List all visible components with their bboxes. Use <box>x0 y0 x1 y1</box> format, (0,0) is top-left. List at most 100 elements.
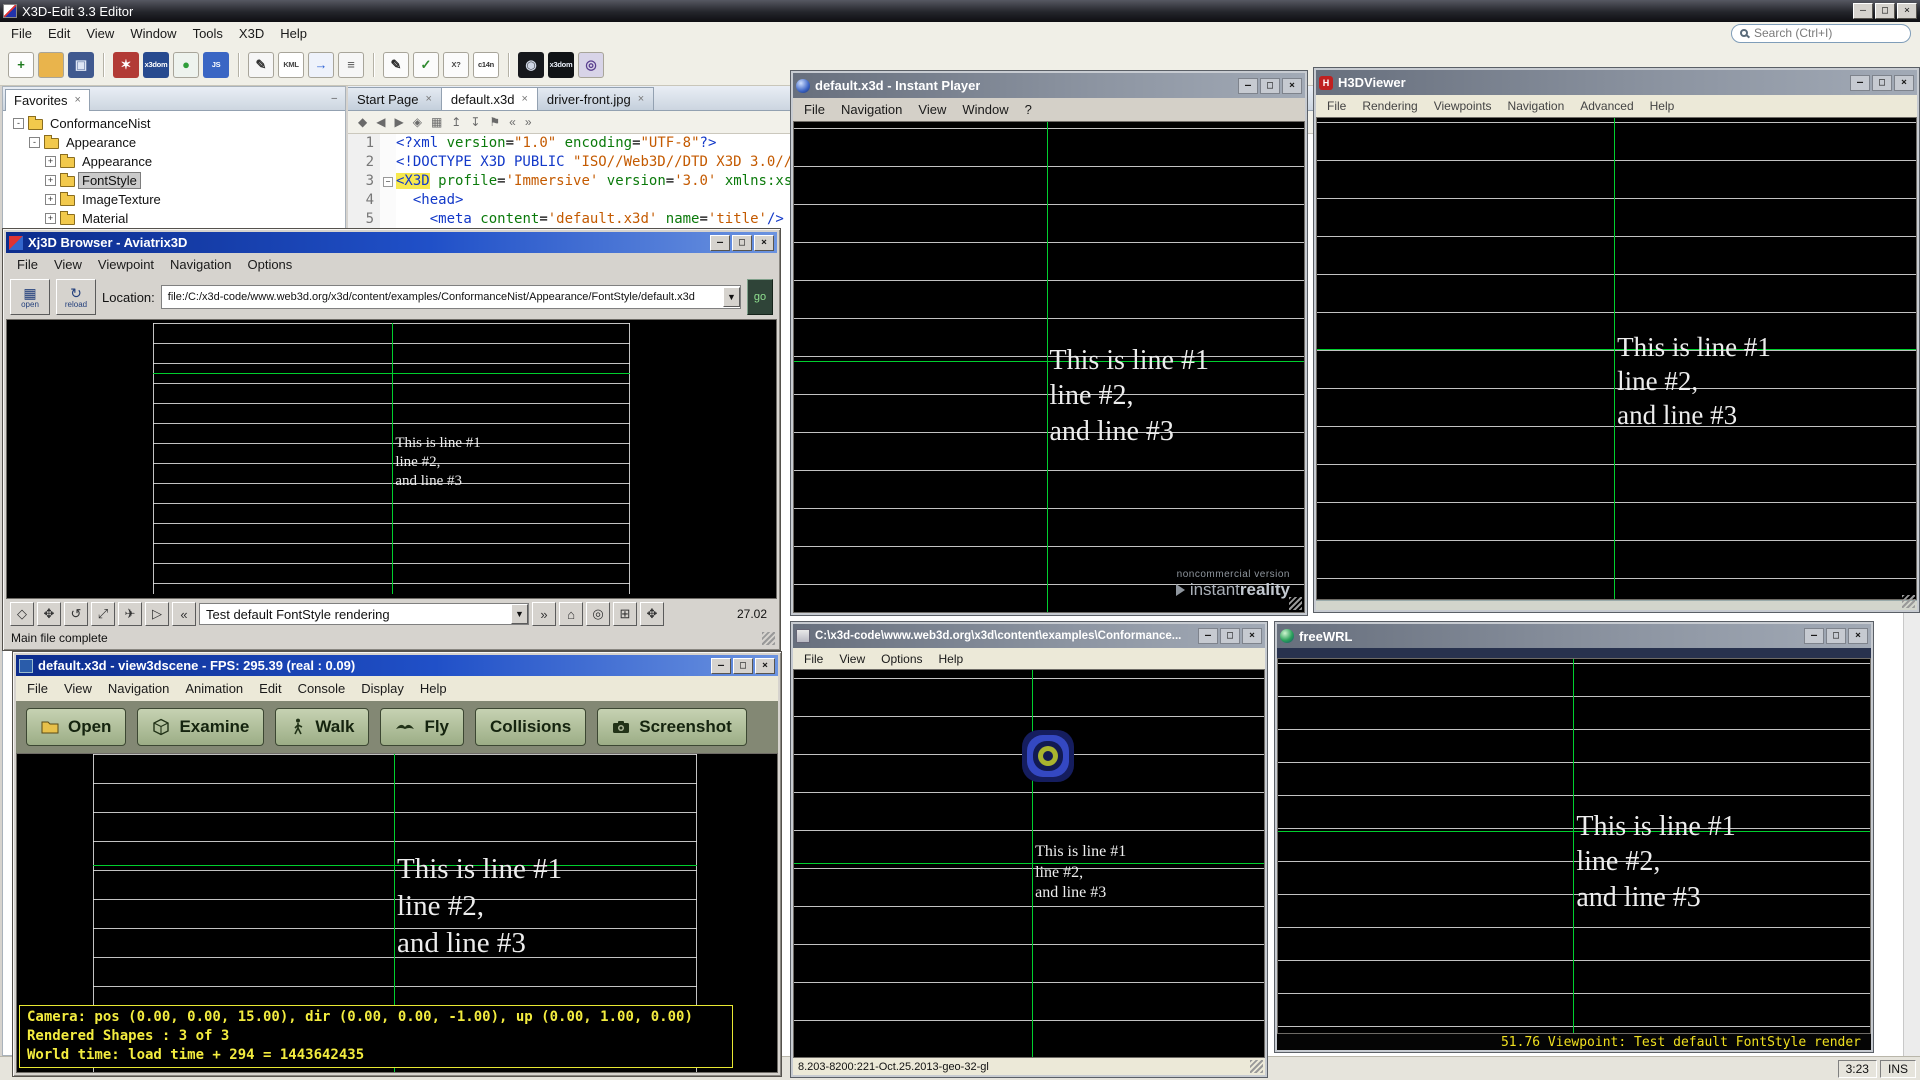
freewrl-3d-viewport[interactable]: This is line #1 line #2, and line #3 <box>1277 658 1871 1034</box>
minimize-button[interactable]: – <box>711 658 731 674</box>
xml-wellformed-icon[interactable]: X? <box>443 52 469 78</box>
tab-close-icon[interactable]: × <box>521 94 527 105</box>
forward-icon[interactable]: ▶ <box>394 116 403 128</box>
h3dviewer-titlebar[interactable]: H H3DViewer – □ × <box>1316 70 1917 95</box>
minimize-button[interactable]: – <box>1850 75 1870 91</box>
menu-item-file[interactable]: File <box>19 678 56 699</box>
maximize-button[interactable]: □ <box>1872 75 1892 91</box>
go-button[interactable]: go <box>747 279 773 315</box>
menu-item-file[interactable]: File <box>796 99 833 120</box>
close-button[interactable]: × <box>1897 3 1917 19</box>
examine-button[interactable]: Examine <box>137 708 264 746</box>
xj3d-3d-viewport[interactable]: This is line #1 line #2, and line #3 <box>6 319 777 599</box>
menu-item-viewpoint[interactable]: Viewpoint <box>90 254 162 275</box>
shift-left-icon[interactable]: « <box>509 116 516 128</box>
x3dedit-titlebar[interactable]: X3D-Edit 3.3 Editor – □ × <box>0 0 1920 22</box>
menu-item-navigation[interactable]: Navigation <box>833 99 910 120</box>
menu-item-file[interactable]: File <box>3 23 40 44</box>
pan-tilt-button[interactable]: ✥ <box>640 602 664 626</box>
expander-icon[interactable]: - <box>29 137 40 148</box>
expander-icon[interactable]: + <box>45 213 56 224</box>
restore-button[interactable]: □ <box>1875 3 1895 19</box>
tree-item-appearance[interactable]: -Appearance <box>3 133 345 152</box>
maximize-button[interactable]: □ <box>1220 628 1240 644</box>
shift-right-icon[interactable]: » <box>525 116 532 128</box>
menu-item-edit[interactable]: Edit <box>40 23 78 44</box>
launch-json-icon[interactable]: JS <box>203 52 229 78</box>
search-input[interactable]: Search (Ctrl+I) <box>1731 24 1911 43</box>
menu-item-x3d[interactable]: X3D <box>231 23 272 44</box>
menu-item-window[interactable]: Window <box>954 99 1016 120</box>
capture-scene-icon[interactable]: ◉ <box>518 52 544 78</box>
expander-icon[interactable]: + <box>45 175 56 186</box>
validate-check-icon[interactable]: ✓ <box>413 52 439 78</box>
minimize-button[interactable]: – <box>1853 3 1873 19</box>
menu-item-animation[interactable]: Animation <box>177 678 251 699</box>
minimize-button[interactable]: – <box>1804 628 1824 644</box>
menu-item-item[interactable]: ? <box>1017 99 1040 120</box>
close-button[interactable]: × <box>1848 628 1868 644</box>
minimize-panel-icon[interactable]: – <box>325 93 343 104</box>
menu-item-view[interactable]: View <box>46 254 90 275</box>
menu-item-rendering[interactable]: Rendering <box>1354 96 1425 116</box>
menu-item-tools[interactable]: Tools <box>185 23 231 44</box>
open-file-icon[interactable] <box>38 52 64 78</box>
viewpoint-combobox[interactable]: Test default FontStyle rendering ▼ <box>199 603 529 625</box>
menu-item-navigation[interactable]: Navigation <box>100 678 177 699</box>
pretty-print-icon[interactable]: ≡ <box>338 52 364 78</box>
location-input[interactable]: file:/C:/x3d-code/www.web3d.org/x3d/cont… <box>161 285 741 309</box>
home-viewpoint-button[interactable]: ⌂ <box>559 602 583 626</box>
instantplayer-3d-viewport[interactable]: This is line #1 line #2, and line #3 non… <box>793 121 1305 613</box>
menu-item-help[interactable]: Help <box>931 649 972 669</box>
tab-close-icon[interactable]: × <box>425 94 431 105</box>
highlight-search-icon[interactable]: ▦ <box>431 116 442 128</box>
menu-item-console[interactable]: Console <box>290 678 354 699</box>
resize-grip[interactable] <box>762 632 775 645</box>
play-button[interactable]: ▷ <box>145 602 169 626</box>
next-occurrence-icon[interactable]: ↧ <box>470 116 480 128</box>
close-button[interactable]: × <box>1894 75 1914 91</box>
glconsole-titlebar[interactable]: C:\x3d-code\www.web3d.org\x3d\content\ex… <box>793 624 1265 648</box>
instantplayer-titlebar[interactable]: default.x3d - Instant Player – □ × <box>793 73 1305 98</box>
menu-item-view[interactable]: View <box>910 99 954 120</box>
previous-viewpoint-button[interactable]: « <box>172 602 196 626</box>
maximize-button[interactable]: □ <box>1260 78 1280 94</box>
fold-icon[interactable]: − <box>383 177 393 187</box>
menu-item-navigation[interactable]: Navigation <box>1500 96 1573 116</box>
expander-icon[interactable]: + <box>45 156 56 167</box>
maximize-button[interactable]: □ <box>1826 628 1846 644</box>
menu-item-file[interactable]: File <box>9 254 46 275</box>
menu-item-viewpoints[interactable]: Viewpoints <box>1426 96 1500 116</box>
zoom-mode-button[interactable]: ⤢ <box>91 602 115 626</box>
tab-close-icon[interactable]: × <box>638 94 644 105</box>
tree-item-conformancenist[interactable]: -ConformanceNist <box>3 114 345 133</box>
maximize-button[interactable]: □ <box>732 235 752 251</box>
close-button[interactable]: × <box>754 235 774 251</box>
toggle-bookmark-icon[interactable]: ⚑ <box>489 116 500 128</box>
save-all-icon[interactable]: ▣ <box>68 52 94 78</box>
menu-item-edit[interactable]: Edit <box>251 678 289 699</box>
tree-item-fontstyle[interactable]: +FontStyle <box>3 171 345 190</box>
menu-item-help[interactable]: Help <box>1642 96 1683 116</box>
previous-occurrence-icon[interactable]: ↥ <box>451 116 461 128</box>
menu-item-navigation[interactable]: Navigation <box>162 254 239 275</box>
menu-item-file[interactable]: File <box>796 649 831 669</box>
menu-item-window[interactable]: Window <box>122 23 184 44</box>
launch-x3dom-icon[interactable]: x3dom <box>143 52 169 78</box>
maximize-button[interactable]: □ <box>733 658 753 674</box>
menu-item-view[interactable]: View <box>56 678 100 699</box>
freewrl-titlebar[interactable]: freeWRL – □ × <box>1277 624 1871 648</box>
fit-world-button[interactable]: ⊞ <box>613 602 637 626</box>
next-viewpoint-button[interactable]: » <box>532 602 556 626</box>
expander-icon[interactable]: - <box>13 118 24 129</box>
location-dropdown-icon[interactable]: ▼ <box>723 287 740 307</box>
editor-tab-driver-front-jpg[interactable]: driver-front.jpg× <box>538 87 654 110</box>
resize-grip[interactable] <box>1902 595 1915 608</box>
menu-item-help[interactable]: Help <box>272 23 315 44</box>
screenshot-button[interactable]: Screenshot <box>597 708 747 746</box>
c14n-icon[interactable]: c14n <box>473 52 499 78</box>
resize-grip[interactable] <box>1250 1060 1263 1073</box>
launch-browser-icon[interactable]: → <box>308 52 334 78</box>
open-button[interactable]: ▦open <box>10 279 50 315</box>
back-icon[interactable]: ◀ <box>376 116 385 128</box>
